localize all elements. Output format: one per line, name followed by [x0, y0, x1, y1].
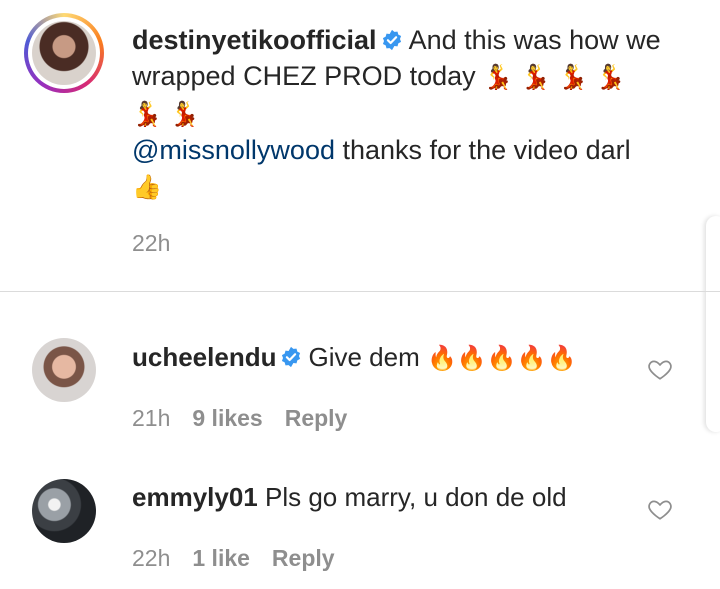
comment-meta: 22h 1 like Reply: [132, 545, 335, 572]
caption-text: destinyetikoofficial And this was how we…: [132, 22, 692, 205]
mention-text: thanks for the video darl: [342, 135, 631, 165]
comment-time: 22h: [132, 545, 171, 571]
fire-emoji-row: 🔥🔥🔥🔥🔥: [426, 344, 577, 372]
likes-count[interactable]: 9 likes: [192, 405, 262, 431]
dancer-emoji-row-1: 💃 💃 💃 💃: [483, 63, 626, 91]
comment-time: 21h: [132, 405, 171, 431]
reply-button[interactable]: Reply: [285, 405, 348, 431]
like-heart-icon[interactable]: [647, 496, 673, 522]
comment-body: Pls go marry, u don de old: [265, 482, 567, 512]
caption-username[interactable]: destinyetikoofficial: [132, 25, 377, 55]
caption-time: 22h: [132, 230, 171, 256]
comment-avatar[interactable]: [32, 338, 96, 402]
likes-count[interactable]: 1 like: [192, 545, 250, 571]
divider: [0, 291, 720, 292]
dancer-emoji-row-2: 💃 💃: [132, 100, 200, 128]
mention-link[interactable]: @missnollywood: [132, 135, 335, 165]
scroll-edge: [706, 216, 720, 432]
comment-meta: 21h 9 likes Reply: [132, 405, 347, 432]
like-heart-icon[interactable]: [647, 356, 673, 382]
reply-button[interactable]: Reply: [272, 545, 335, 571]
comment-text: ucheelendu Give dem 🔥🔥🔥🔥🔥: [132, 340, 576, 375]
caption-avatar[interactable]: [24, 13, 104, 93]
comment-username[interactable]: ucheelendu: [132, 342, 276, 372]
thumbs-up-emoji: 👍: [132, 173, 162, 201]
comment-avatar[interactable]: [32, 479, 96, 543]
verified-badge-icon: [282, 346, 301, 368]
verified-badge-icon: [382, 29, 401, 51]
comment-text: emmyly01 Pls go marry, u don de old: [132, 480, 567, 514]
comment-body: Give dem: [308, 342, 420, 372]
comment-username[interactable]: emmyly01: [132, 482, 258, 512]
